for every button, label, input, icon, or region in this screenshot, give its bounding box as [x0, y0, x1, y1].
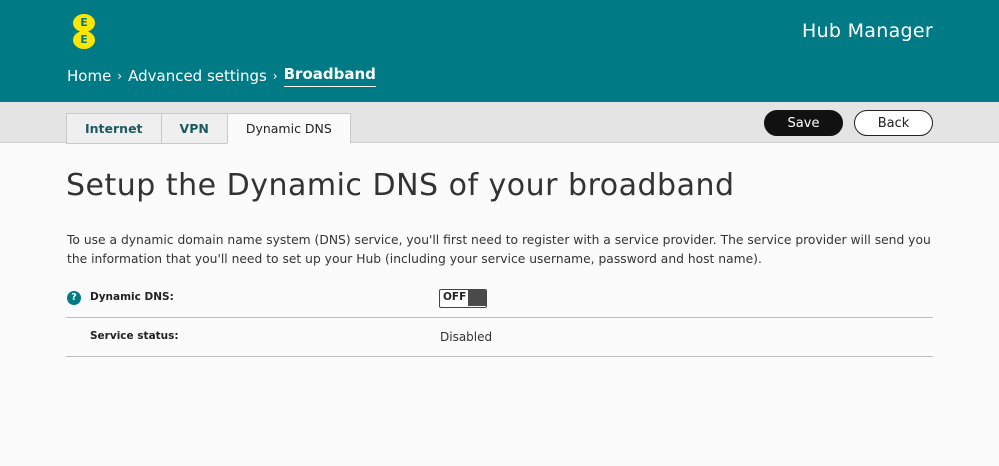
logo-dot-top: E — [73, 14, 95, 32]
intro-text: To use a dynamic domain name system (DNS… — [67, 233, 931, 266]
service-status-label: Service status: — [90, 330, 179, 342]
header: E E Hub Manager Home › Advanced settings… — [0, 0, 999, 102]
breadcrumb-advanced-settings[interactable]: Advanced settings — [128, 67, 267, 85]
logo-dot-bottom: E — [73, 31, 95, 49]
breadcrumb: Home › Advanced settings › Broadband — [67, 64, 376, 88]
toggle-state-label: OFF — [443, 291, 467, 303]
app-title: Hub Manager — [801, 20, 933, 42]
chevron-right-icon: › — [117, 69, 123, 83]
tabs: Internet VPN Dynamic DNS — [66, 113, 351, 144]
tab-dynamic-dns[interactable]: Dynamic DNS — [226, 113, 351, 144]
tab-internet[interactable]: Internet — [66, 113, 161, 144]
dynamic-dns-toggle[interactable]: OFF — [439, 289, 487, 308]
tab-bar: Internet VPN Dynamic DNS — [0, 102, 999, 144]
page-title: Setup the Dynamic DNS of your broadband — [66, 168, 735, 203]
chevron-right-icon: › — [272, 69, 278, 83]
dynamic-dns-row: ? Dynamic DNS: OFF — [66, 279, 933, 318]
question-icon[interactable]: ? — [67, 291, 81, 305]
service-status-value: Disabled — [440, 330, 493, 344]
save-button[interactable]: Save — [764, 110, 843, 136]
toggle-knob — [468, 290, 486, 306]
ee-logo-icon[interactable]: E E — [73, 14, 95, 50]
breadcrumb-home[interactable]: Home — [67, 67, 111, 85]
breadcrumb-broadband: Broadband — [283, 65, 376, 87]
tab-vpn[interactable]: VPN — [160, 113, 227, 144]
dynamic-dns-label: Dynamic DNS: — [90, 291, 174, 303]
back-button[interactable]: Back — [854, 110, 933, 136]
service-status-row: Service status: Disabled — [66, 318, 933, 357]
